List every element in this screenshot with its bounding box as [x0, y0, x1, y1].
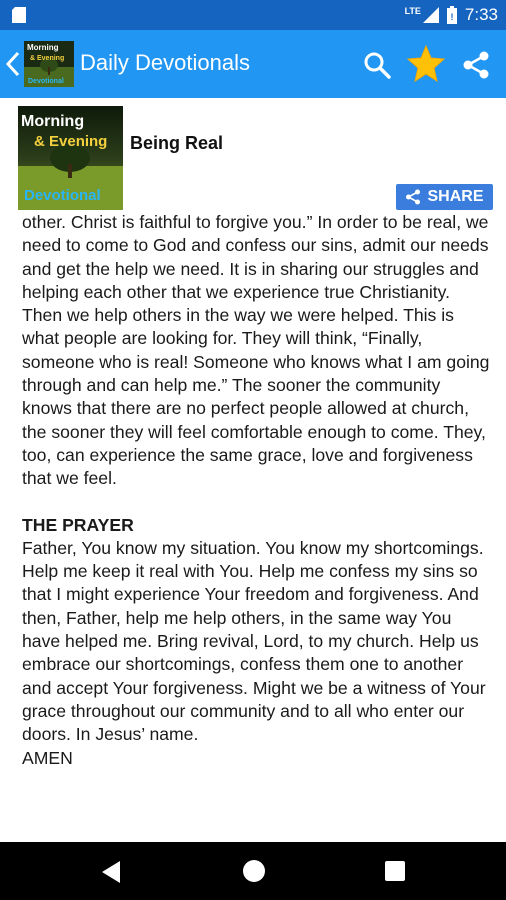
back-icon[interactable]: [4, 50, 22, 78]
battery-icon: !: [446, 6, 457, 24]
logo-line-2: & Evening: [34, 133, 107, 150]
app-logo: Morning & Evening Devotional: [24, 41, 74, 87]
status-time: 7:33: [464, 5, 498, 24]
share-icon[interactable]: [461, 50, 491, 80]
entry-title: Being Real: [130, 133, 224, 153]
signal-icon: [422, 7, 439, 23]
search-icon[interactable]: [362, 50, 392, 80]
logo-line-3: Devotional: [24, 187, 101, 204]
devotional-body: other. Christ is faithful to forgive you…: [22, 211, 490, 770]
app-logo-line-3: Devotional: [28, 78, 64, 85]
nav-home-icon[interactable]: [242, 859, 266, 883]
logo-line-1: Morning: [21, 113, 84, 130]
app-title: Daily Devotionals: [80, 50, 250, 75]
share-button-label: SHARE: [427, 188, 484, 205]
app-logo-line-1: Morning: [27, 43, 59, 52]
app-bar: Morning & Evening Devotional Daily Devot…: [0, 30, 506, 98]
devotional-content[interactable]: Morning & Evening Devotional Being Real …: [0, 98, 506, 842]
prayer-text: Father, You know my situation. You know …: [22, 537, 486, 745]
nav-recents-icon[interactable]: [384, 860, 406, 882]
devotional-paragraph: other. Christ is faithful to forgive you…: [22, 212, 490, 489]
amen-text: AMEN: [22, 747, 73, 768]
network-label: LTE: [404, 6, 421, 16]
app-logo-line-2: & Evening: [30, 55, 64, 62]
navigation-bar: [0, 842, 506, 900]
share-button[interactable]: SHARE: [396, 184, 493, 210]
sd-card-icon: [12, 7, 26, 23]
share-chip-icon: [406, 189, 421, 205]
status-indicators: LTE ! 7:33: [405, 0, 498, 30]
nav-back-icon[interactable]: [100, 860, 122, 884]
svg-text:!: !: [450, 12, 453, 22]
devotional-logo: Morning & Evening Devotional: [18, 106, 123, 210]
star-icon[interactable]: [406, 44, 446, 84]
status-bar: LTE ! 7:33: [0, 0, 506, 30]
prayer-heading: THE PRAYER: [22, 514, 134, 535]
